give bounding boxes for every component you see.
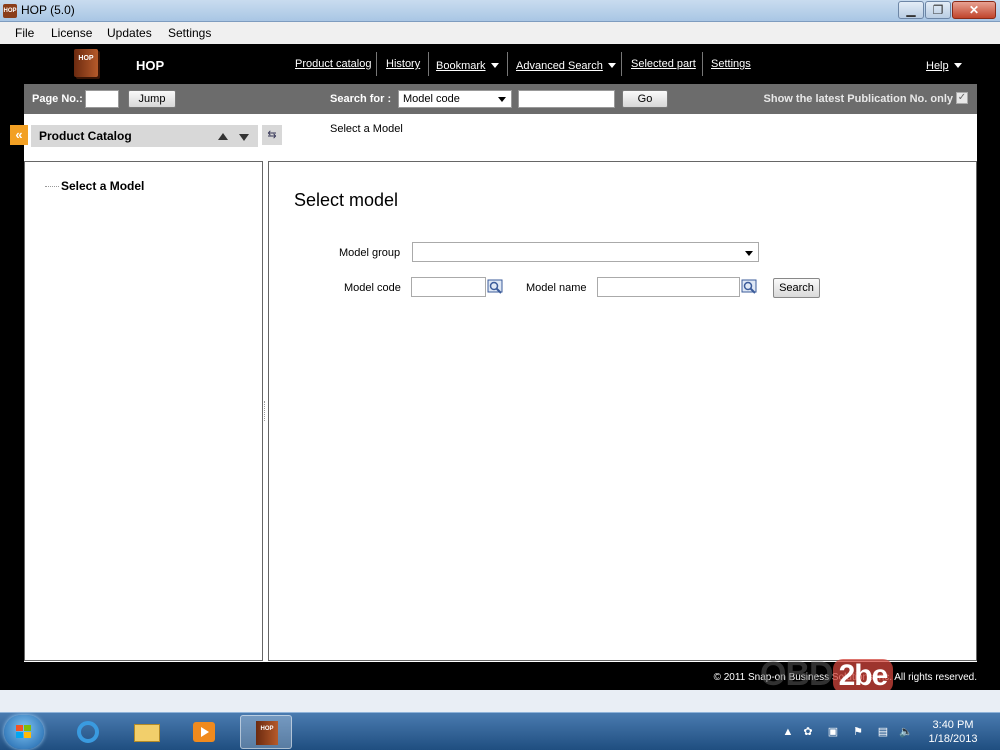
watermark-badge: 2be	[832, 659, 894, 693]
latest-publication-label: Show the latest Publication No. only	[763, 93, 953, 105]
move-up-icon[interactable]	[218, 133, 228, 140]
nav-bookmark[interactable]: Bookmark	[436, 60, 486, 72]
clock-time: 3:40 PM	[932, 719, 974, 731]
nav-advanced-search[interactable]: Advanced Search	[516, 60, 603, 72]
hop-app-icon: HOP	[3, 4, 17, 18]
collapse-panel-button[interactable]: «	[10, 125, 28, 145]
taskbar-media-player[interactable]	[178, 715, 230, 749]
model-group-label: Model group	[339, 247, 401, 259]
show-hidden-icons-icon[interactable]: ▲	[781, 725, 795, 739]
nav-bookmark-menu[interactable]: Bookmark	[436, 58, 499, 72]
catalog-tree-panel: Select a Model	[24, 161, 263, 661]
model-code-lookup-icon[interactable]	[487, 279, 503, 295]
tree-connector	[45, 186, 59, 187]
maximize-button[interactable]: ❐	[925, 1, 951, 19]
taskbar-internet-explorer[interactable]	[62, 715, 114, 749]
chevron-down-icon	[490, 63, 499, 69]
windows-taskbar: HOP ▲ ✿ ▣ ⚑ ▤ 🔈 3:40 PM 1/18/2013	[0, 712, 1000, 750]
nav-help[interactable]: Help	[926, 60, 949, 72]
search-for-label: Search for :	[330, 93, 392, 105]
menu-license[interactable]: License	[51, 26, 92, 40]
page-title: Select model	[294, 190, 399, 210]
flag-icon[interactable]: ⚑	[851, 725, 865, 739]
product-catalog-title: Product Catalog	[39, 129, 132, 143]
menu-file[interactable]: File	[15, 26, 34, 40]
splitter-grip	[264, 401, 267, 421]
nav-divider	[376, 52, 377, 76]
model-group-select[interactable]	[412, 242, 759, 262]
chevron-down-icon	[745, 251, 753, 256]
media-player-icon	[193, 722, 215, 742]
chevron-down-icon	[607, 63, 616, 69]
network-icon[interactable]: ▣	[826, 725, 840, 739]
start-button[interactable]	[4, 715, 44, 749]
chevron-down-icon	[498, 97, 506, 102]
jump-button[interactable]: Jump	[128, 90, 176, 108]
nav-product-catalog[interactable]: Product catalog	[295, 58, 371, 70]
nav-divider	[428, 52, 429, 76]
volume-icon[interactable]: 🔈	[899, 725, 913, 739]
close-button[interactable]: ✕	[952, 1, 996, 19]
app-header: HOP HOP Product catalog History Bookmark…	[24, 44, 977, 84]
go-button[interactable]: Go	[622, 90, 668, 108]
nav-divider	[507, 52, 508, 76]
menu-bar: File License Updates Settings	[0, 22, 1000, 44]
sync-icon[interactable]: ⇆	[262, 125, 282, 145]
internet-explorer-icon	[77, 721, 99, 743]
action-center-icon[interactable]: ✿	[801, 725, 815, 739]
tree-item-select-a-model[interactable]: Select a Model	[61, 179, 144, 193]
watermark-text: OBD	[760, 655, 834, 693]
chevron-down-icon	[953, 63, 962, 69]
system-clock[interactable]: 3:40 PM 1/18/2013	[920, 718, 986, 746]
nav-settings[interactable]: Settings	[711, 58, 751, 70]
taskbar-file-explorer[interactable]	[120, 715, 172, 749]
search-type-value: Model code	[403, 93, 460, 105]
search-type-select[interactable]: Model code	[398, 90, 512, 108]
select-model-panel: Select model Model group Model code Mode…	[268, 161, 977, 661]
nav-selected-part[interactable]: Selected part	[631, 58, 696, 70]
power-icon[interactable]: ▤	[876, 725, 890, 739]
clock-date: 1/18/2013	[928, 733, 978, 745]
watermark: OBD 2be	[760, 655, 894, 694]
latest-publication-checkbox[interactable]: ✓	[956, 92, 968, 104]
nav-advanced-search-menu[interactable]: Advanced Search	[516, 58, 616, 72]
search-input[interactable]	[518, 90, 615, 108]
nav-divider	[621, 52, 622, 76]
model-name-input[interactable]	[597, 277, 740, 297]
minimize-button[interactable]: ▁	[898, 1, 924, 19]
page-no-input[interactable]	[85, 90, 119, 108]
breadcrumb: Select a Model	[330, 123, 403, 135]
search-button[interactable]: Search	[773, 278, 820, 298]
model-name-label: Model name	[526, 282, 587, 294]
hop-app-icon: HOP	[256, 721, 278, 745]
product-catalog-header: Product Catalog	[31, 125, 258, 147]
menu-updates[interactable]: Updates	[107, 26, 152, 40]
menu-settings[interactable]: Settings	[168, 26, 211, 40]
taskbar-hop-app[interactable]: HOP	[240, 715, 292, 749]
page-no-label: Page No.:	[32, 93, 83, 105]
brand-name: HOP	[136, 58, 165, 73]
desktop-background	[0, 690, 1000, 712]
hop-logo-icon: HOP	[74, 49, 98, 77]
search-toolbar: Page No.: Jump Search for : Model code G…	[24, 84, 977, 114]
model-code-input[interactable]	[411, 277, 486, 297]
model-name-lookup-icon[interactable]	[741, 279, 757, 295]
help-menu[interactable]: Help	[926, 58, 962, 72]
move-down-icon[interactable]	[239, 134, 249, 141]
model-code-label: Model code	[344, 282, 401, 294]
nav-divider	[702, 52, 703, 76]
folder-icon	[134, 724, 160, 742]
nav-history[interactable]: History	[386, 58, 420, 70]
windows-logo-icon	[16, 725, 32, 739]
window-titlebar: HOP HOP (5.0) ▁ ❐ ✕	[0, 0, 1000, 22]
window-title: HOP (5.0)	[21, 3, 75, 17]
